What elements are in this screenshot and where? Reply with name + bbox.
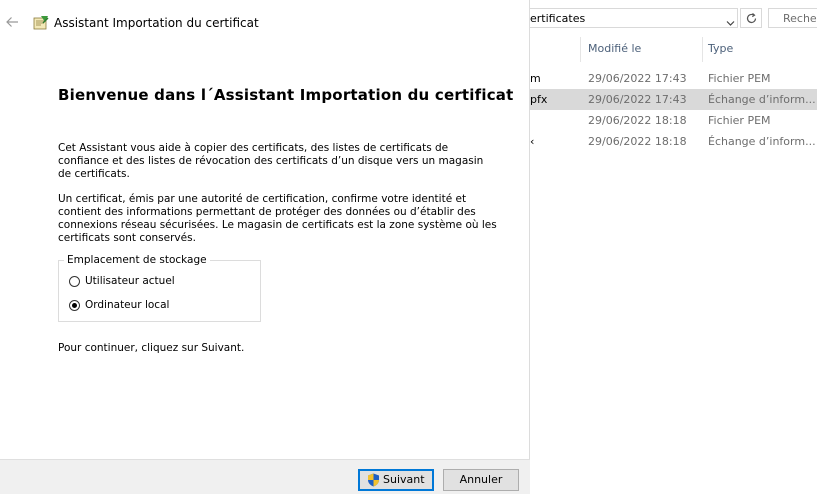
file-modified: 29/06/2022 18:18	[588, 135, 687, 148]
file-modified: 29/06/2022 17:43	[588, 72, 687, 85]
file-type: Échange d’inform...	[708, 135, 816, 148]
column-header-modified[interactable]: Modifié le	[588, 42, 641, 55]
file-row[interactable]: 29/06/2022 18:18 Fichier PEM	[530, 110, 817, 131]
file-modified: 29/06/2022 18:18	[588, 114, 687, 127]
certificate-icon	[33, 16, 49, 30]
window-title: Assistant Importation du certificat	[54, 16, 259, 30]
column-separator[interactable]	[702, 37, 703, 62]
address-bar[interactable]: ertificates	[530, 8, 738, 28]
page-title: Bienvenue dans l´Assistant Importation d…	[58, 86, 514, 104]
radio-dot	[72, 303, 77, 308]
radio-label[interactable]: Ordinateur local	[85, 299, 169, 311]
back-arrow-icon[interactable]	[4, 14, 20, 30]
certificate-import-wizard: Assistant Importation du certificat Bien…	[0, 0, 530, 494]
uac-shield-icon	[368, 473, 379, 487]
file-type: Fichier PEM	[708, 72, 771, 85]
file-type: Fichier PEM	[708, 114, 771, 127]
chevron-down-icon[interactable]	[726, 19, 735, 28]
file-row[interactable]: ‹ 29/06/2022 18:18 Échange d’inform...	[530, 131, 817, 152]
file-modified: 29/06/2022 17:43	[588, 93, 687, 106]
next-button-label: Suivant	[383, 473, 425, 486]
storage-location-group: Emplacement de stockage Utilisateur actu…	[58, 254, 261, 322]
cancel-button[interactable]: Annuler	[443, 469, 519, 491]
next-button[interactable]: Suivant	[358, 469, 434, 491]
file-name: m	[530, 72, 541, 85]
file-type: Échange d’inform...	[708, 93, 816, 106]
file-name: pfx	[530, 93, 548, 106]
description-paragraph: Un certificat, émis par une autorité de …	[58, 193, 497, 244]
search-input[interactable]: Recher	[768, 8, 817, 28]
column-separator[interactable]	[580, 37, 581, 62]
file-row[interactable]: m 29/06/2022 17:43 Fichier PEM	[530, 68, 817, 89]
refresh-button[interactable]	[740, 8, 762, 28]
search-placeholder: Recher	[783, 12, 817, 25]
file-explorer-window: ertificates Recher Modifié le Type m 29/…	[530, 0, 817, 494]
refresh-icon	[746, 13, 757, 24]
radio-button-checked[interactable]	[69, 300, 80, 311]
file-name: ‹	[530, 135, 535, 148]
continue-instruction: Pour continuer, cliquez sur Suivant.	[58, 342, 245, 354]
file-row-selected[interactable]: pfx 29/06/2022 17:43 Échange d’inform...	[530, 89, 817, 110]
radio-label[interactable]: Utilisateur actuel	[85, 275, 175, 287]
radio-button[interactable]	[69, 276, 80, 287]
wizard-footer: Suivant Annuler	[0, 459, 530, 494]
column-header-type[interactable]: Type	[708, 42, 733, 55]
address-text: ertificates	[530, 12, 586, 25]
storage-location-legend: Emplacement de stockage	[64, 254, 210, 266]
intro-paragraph: Cet Assistant vous aide à copier des cer…	[58, 142, 484, 180]
